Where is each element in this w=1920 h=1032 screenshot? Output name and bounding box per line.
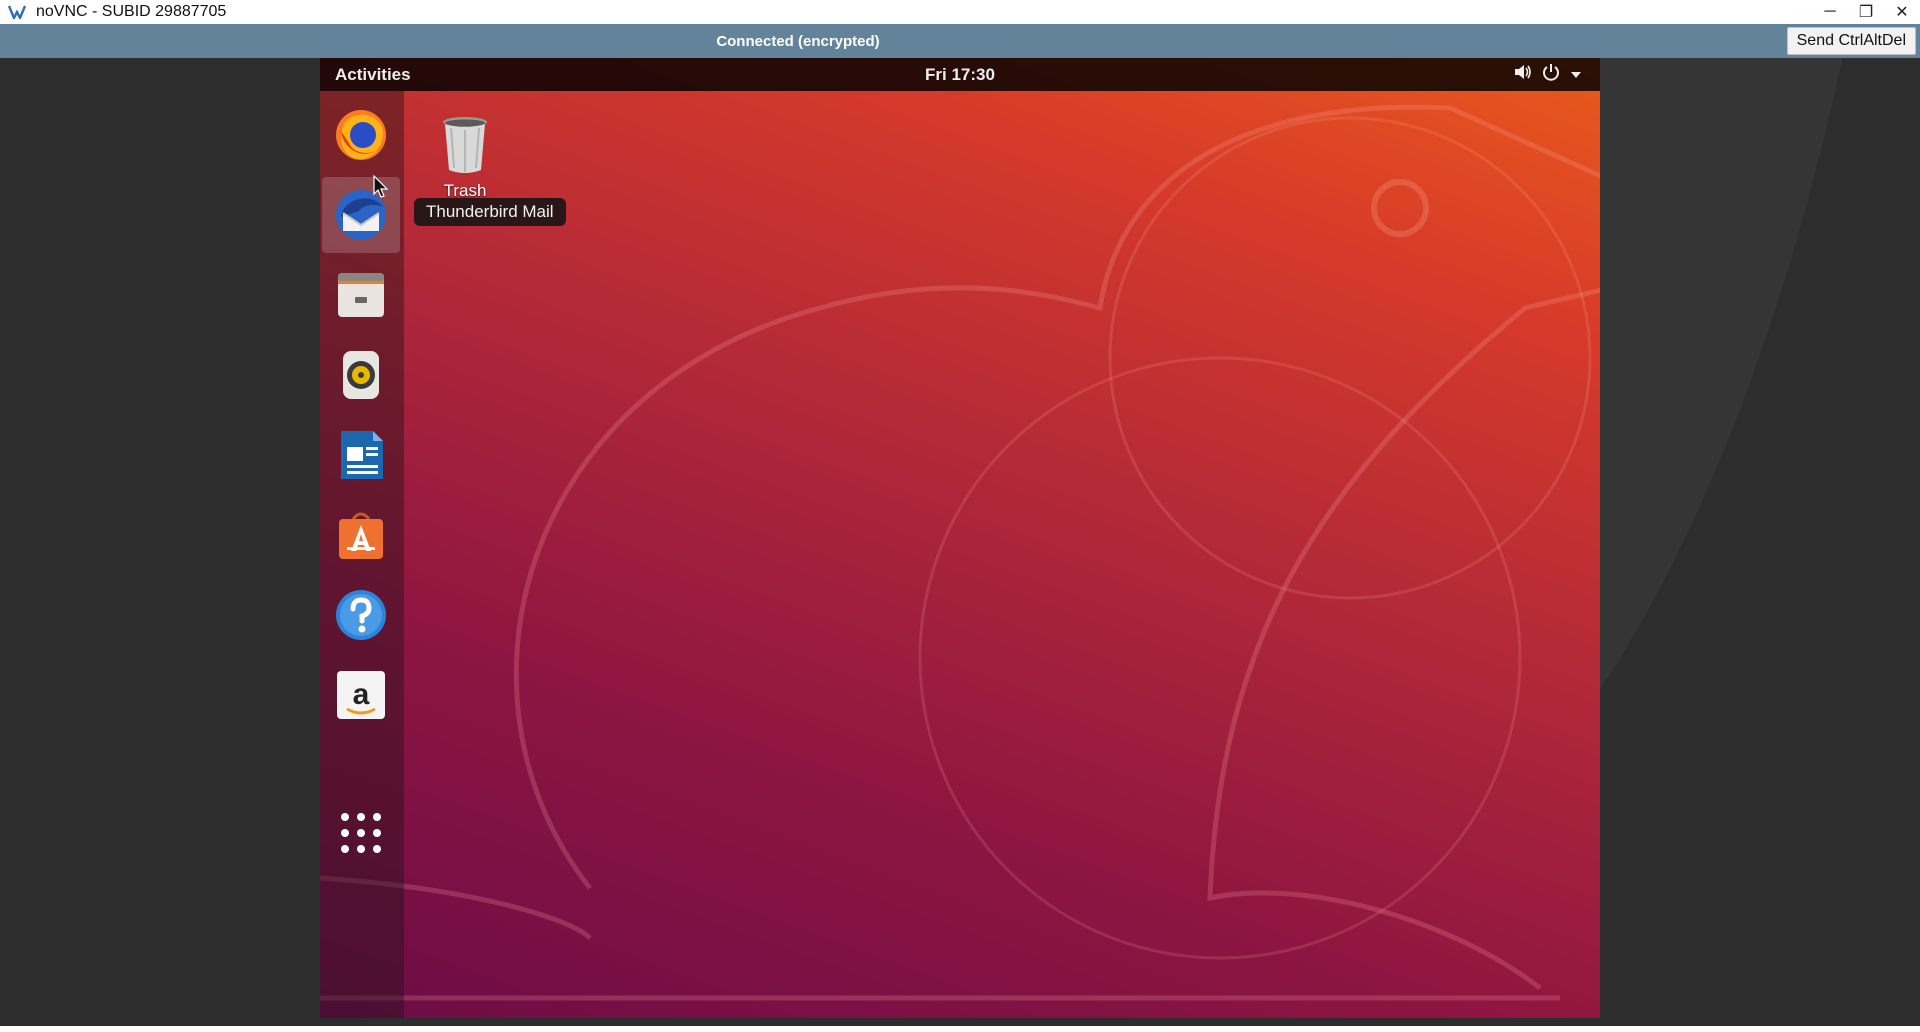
window-bottom-border xyxy=(0,1026,1920,1032)
dock: a xyxy=(320,91,404,1018)
mouse-cursor-icon xyxy=(373,175,389,198)
clock[interactable]: Fri 17:30 xyxy=(925,65,995,85)
dock-files[interactable] xyxy=(322,257,400,333)
dock-amazon[interactable]: a xyxy=(322,657,400,733)
restore-button[interactable]: ❐ xyxy=(1848,0,1884,24)
svg-text:a: a xyxy=(353,678,370,711)
volume-icon[interactable] xyxy=(1514,64,1532,85)
chevron-down-icon[interactable] xyxy=(1570,66,1582,84)
activities-button[interactable]: Activities xyxy=(335,65,411,85)
files-icon xyxy=(338,273,384,317)
dock-tooltip: Thunderbird Mail xyxy=(414,198,566,226)
power-icon[interactable] xyxy=(1542,63,1560,86)
app-grid-icon xyxy=(341,813,381,853)
show-applications-button[interactable] xyxy=(322,803,400,863)
close-button[interactable]: ✕ xyxy=(1884,0,1920,24)
dock-ubuntu-software[interactable] xyxy=(322,497,400,573)
amazon-icon: a xyxy=(337,671,385,719)
send-ctrl-alt-del-button[interactable]: Send CtrlAltDel xyxy=(1786,27,1916,55)
writer-icon xyxy=(341,431,383,479)
dock-rhythmbox[interactable] xyxy=(322,337,400,413)
rhythmbox-icon xyxy=(343,351,379,399)
novnc-logo-icon xyxy=(6,1,28,23)
window-controls: ─ ❐ ✕ xyxy=(1812,0,1920,24)
trash-icon xyxy=(443,117,487,173)
top-panel: Activities Fri 17:30 xyxy=(320,58,1600,91)
dock-help[interactable] xyxy=(322,577,400,653)
vnc-status-bar: Connected (encrypted) Send CtrlAltDel xyxy=(0,24,1920,58)
dock-writer[interactable] xyxy=(322,417,400,493)
software-icon xyxy=(339,512,383,559)
window-titlebar: noVNC - SUBID 29887705 ─ ❐ ✕ xyxy=(0,0,1920,24)
firefox-icon xyxy=(336,110,386,160)
connection-status: Connected (encrypted) xyxy=(716,32,880,50)
dock-firefox[interactable] xyxy=(322,97,400,173)
help-icon xyxy=(336,590,386,640)
window-title: noVNC - SUBID 29887705 xyxy=(36,3,227,20)
minimize-button[interactable]: ─ xyxy=(1812,0,1848,24)
desktop-icon-trash[interactable]: Trash xyxy=(410,114,520,201)
remote-desktop[interactable]: Activities Fri 17:30 a Trash Thunderbird… xyxy=(320,58,1600,1018)
system-tray[interactable] xyxy=(1514,63,1582,86)
